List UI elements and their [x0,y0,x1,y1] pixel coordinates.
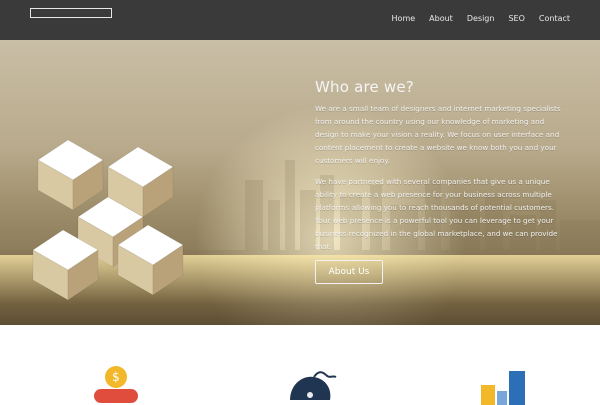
hero-title: Who are we? [315,78,414,96]
nav-seo[interactable]: SEO [508,12,524,26]
hero-section: Who are we? We are a small team of desig… [0,40,600,325]
bar-chart-icon [481,371,525,405]
site-logo[interactable] [30,8,112,18]
hero-paragraph-1: We are a small team of designers and int… [315,104,561,165]
nav-home[interactable]: Home [392,12,416,26]
nav-contact[interactable]: Contact [539,12,570,26]
nav-design[interactable]: Design [467,12,495,26]
hero-paragraph-2: We have partnered with several companies… [315,177,558,251]
top-navigation-bar: Home About Design SEO Contact [0,0,600,40]
nav-about[interactable]: About [429,12,453,26]
hero-copy: Who are we? We are a small team of desig… [315,78,570,261]
main-nav: Home About Design SEO Contact [392,12,570,26]
computer-mouse-icon [290,371,337,400]
about-us-button[interactable]: About Us [315,260,383,284]
cube-logo-icon [32,139,184,301]
piggy-bank-coin-icon: $ [94,366,138,403]
services-section: $ [0,325,600,405]
svg-text:$: $ [112,370,120,384]
